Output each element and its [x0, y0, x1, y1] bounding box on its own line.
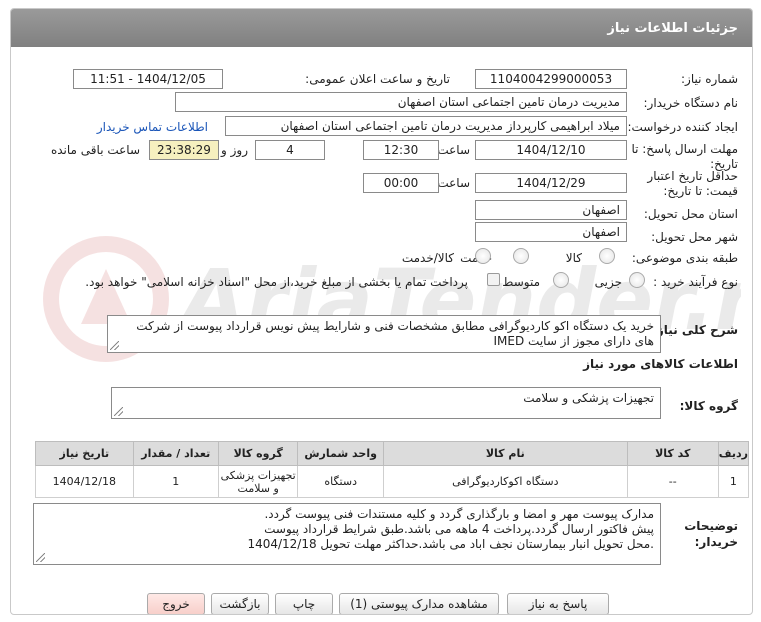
validity-time-label: ساعت	[437, 176, 470, 190]
process-option-minor: جزیی	[594, 275, 622, 289]
validity-date-field[interactable]: 1404/12/29	[475, 173, 627, 193]
buyer-notes-line: .محل تحویل انبار بیمارستان نجف اباد می ب…	[247, 537, 654, 551]
category-option-goods: کالا	[565, 251, 582, 265]
deadline-label-line1: مهلت ارسال پاسخ: تا	[631, 142, 738, 156]
cell-need-date: 1404/12/18	[35, 465, 134, 498]
deadline-time-label: ساعت	[437, 143, 470, 157]
table-row[interactable]: 1 -- دستگاه اکوکاردیوگرافی دستگاه تجهیزا…	[35, 465, 750, 498]
resize-grip-icon[interactable]	[36, 553, 45, 562]
exit-button[interactable]: خروج	[147, 593, 205, 614]
goods-group-textarea[interactable]: تجهیزات پزشکی و سلامت	[111, 387, 661, 419]
category-radio-service[interactable]	[513, 248, 529, 264]
category-label: طبقه بندی موضوعی:	[631, 251, 738, 265]
need-number-label: شماره نیاز:	[681, 72, 738, 86]
days-remaining-field[interactable]: 4	[255, 140, 325, 160]
treasury-checkbox[interactable]	[487, 273, 500, 286]
column-header-need-date: تاریخ نیاز	[35, 441, 134, 466]
process-radio-medium[interactable]	[553, 272, 569, 288]
cell-row-number: 1	[717, 465, 750, 498]
need-number-field[interactable]: 1104004299000053	[475, 69, 627, 89]
validity-label-line2: قیمت: تا تاریخ:	[663, 184, 738, 198]
category-option-goods-service: کالا/خدمت	[401, 251, 454, 265]
buyer-notes-line: پیش فاکتور ارسال گردد.پرداخت 4 ماهه می ب…	[264, 522, 654, 536]
reply-button[interactable]: پاسخ به نیاز	[507, 593, 609, 614]
process-radio-minor[interactable]	[629, 272, 645, 288]
province-field[interactable]: اصفهان	[475, 200, 627, 220]
buyer-org-label: نام دستگاه خریدار:	[643, 96, 739, 110]
print-button[interactable]: چاپ	[275, 593, 333, 614]
goods-group-label: گروه کالا:	[679, 399, 738, 413]
deadline-time-field[interactable]: 12:30	[363, 140, 439, 160]
cell-goods-group: تجهیزات پزشکی و سلامت	[217, 465, 299, 498]
process-option-medium: متوسط	[502, 275, 540, 289]
validity-time-field[interactable]: 00:00	[363, 173, 439, 193]
treasury-note: پرداخت تمام یا بخشی از مبلغ خرید،از محل …	[85, 275, 468, 289]
cell-unit: دستگاه	[297, 465, 384, 498]
buyer-notes-line: مدارک پیوست مهر و امضا و بارگذاری گردد و…	[264, 507, 654, 521]
province-label: استان محل تحویل:	[643, 207, 738, 221]
page-title: جزئیات اطلاعات نیاز	[607, 21, 738, 36]
column-header-goods-group: گروه کالا	[217, 441, 299, 466]
description-label: شرح کلی نیاز:	[652, 323, 738, 337]
days-and-label: روز و	[221, 143, 248, 157]
cell-item-name: دستگاه اکوکاردیوگرافی	[382, 465, 628, 498]
column-header-item-name: نام کالا	[382, 441, 628, 466]
column-header-row-number: ردیف	[717, 441, 750, 466]
goods-group-value: تجهیزات پزشکی و سلامت	[523, 391, 654, 405]
cell-quantity: 1	[132, 465, 219, 498]
category-radio-goods[interactable]	[599, 248, 615, 264]
need-details-panel: جزئیات اطلاعات نیاز AriaTender.net شماره…	[10, 8, 753, 615]
column-header-quantity: تعداد / مقدار	[132, 441, 219, 466]
category-radio-goods-service[interactable]	[475, 248, 491, 264]
buyer-notes-label-line2: خریدار:	[694, 535, 738, 549]
city-field[interactable]: اصفهان	[475, 222, 627, 242]
process-label: نوع فرآیند خرید :	[653, 275, 738, 289]
description-text: خرید یک دستگاه اکو کاردیوگرافی مطابق مشخ…	[136, 319, 654, 348]
column-header-item-code: کد کالا	[626, 441, 719, 466]
buyer-org-field[interactable]: مدیریت درمان تامین اجتماعی استان اصفهان	[175, 92, 627, 112]
deadline-date-field[interactable]: 1404/12/10	[475, 140, 627, 160]
buyer-notes-textarea[interactable]: مدارک پیوست مهر و امضا و بارگذاری گردد و…	[33, 503, 661, 565]
announce-datetime-field[interactable]: 1404/12/05 - 11:51	[73, 69, 223, 89]
remaining-time-field: 23:38:29	[149, 140, 219, 160]
requester-field[interactable]: میلاد ابراهیمی کارپرداز مدیریت درمان تام…	[225, 116, 627, 136]
description-textarea[interactable]: خرید یک دستگاه اکو کاردیوگرافی مطابق مشخ…	[107, 315, 661, 353]
buyer-notes-label-line1: توضیحات	[684, 519, 738, 533]
city-label: شهر محل تحویل:	[651, 230, 738, 244]
cell-item-code: --	[626, 465, 719, 498]
back-button[interactable]: بازگشت	[211, 593, 269, 614]
requester-label: ایجاد کننده درخواست:	[627, 120, 738, 134]
goods-info-title: اطلاعات کالاهای مورد نیاز	[583, 357, 738, 371]
goods-table: ردیف کد کالا نام کالا واحد شمارش گروه کا…	[35, 441, 750, 498]
buyer-contact-link[interactable]: اطلاعات تماس خریدار	[97, 120, 208, 134]
panel-header: جزئیات اطلاعات نیاز	[11, 9, 752, 47]
resize-grip-icon[interactable]	[114, 407, 123, 416]
resize-grip-icon[interactable]	[110, 341, 119, 350]
announce-label: تاریخ و ساعت اعلان عمومی:	[305, 72, 450, 86]
view-attachments-button[interactable]: مشاهده مدارک پیوستی (1)	[339, 593, 499, 614]
remaining-label: ساعت باقی مانده	[50, 143, 140, 157]
column-header-unit: واحد شمارش	[297, 441, 384, 466]
validity-label-line1: حداقل تاریخ اعتبار	[647, 169, 738, 183]
table-header-row: ردیف کد کالا نام کالا واحد شمارش گروه کا…	[35, 441, 750, 466]
